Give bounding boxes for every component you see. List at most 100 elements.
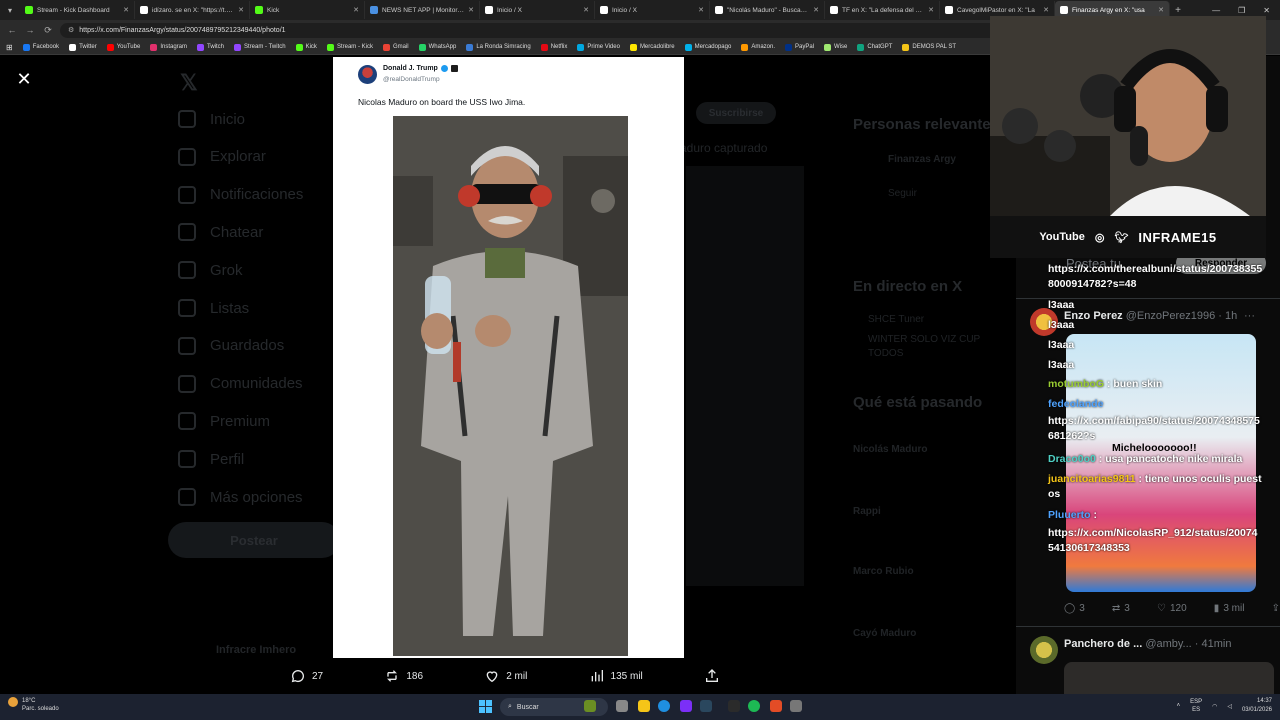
url-field[interactable]: ⚙ https://x.com/FinanzasArgy/status/2007…: [60, 22, 1000, 38]
tab-close-icon[interactable]: ✕: [813, 6, 819, 14]
chat-username[interactable]: fedeolande: [1048, 398, 1103, 410]
bookmark-item[interactable]: Mercadolibre: [629, 43, 675, 51]
file-explorer-icon[interactable]: [638, 700, 650, 712]
site-info-icon[interactable]: ⚙: [68, 26, 74, 34]
tab-close-icon[interactable]: ✕: [1043, 6, 1049, 14]
edge-icon[interactable]: [658, 700, 670, 712]
chat-username[interactable]: l3aaa: [1048, 299, 1074, 311]
bookmark-item[interactable]: Stream - Kick: [326, 43, 373, 51]
bookmark-item[interactable]: YouTube: [106, 43, 140, 51]
avatar[interactable]: [1030, 636, 1058, 664]
bookmark-item[interactable]: DEMOS PAL ST: [902, 43, 956, 51]
chat-username[interactable]: juancitoarias9811: [1048, 473, 1136, 485]
reload-icon[interactable]: ⟳: [42, 25, 54, 36]
tab-close-icon[interactable]: ✕: [583, 6, 589, 14]
chat-username[interactable]: Pluuerto: [1048, 509, 1091, 521]
minimize-icon[interactable]: —: [1212, 6, 1220, 15]
tweet-share-button[interactable]: ⇪: [1272, 603, 1280, 614]
browser-tab[interactable]: NEWS NET APP | Monitoreo de✕: [365, 1, 480, 19]
settings-icon[interactable]: [790, 700, 802, 712]
bookmark-item[interactable]: Kick: [295, 43, 317, 51]
browser-tab[interactable]: TF en X: "La defensa del búnker ✕: [825, 1, 940, 19]
tray-chevron-icon[interactable]: ˄: [1177, 703, 1181, 709]
tab-close-icon[interactable]: ✕: [1158, 6, 1164, 14]
bookmark-favicon-icon: [69, 43, 77, 51]
bookmark-item[interactable]: WhatsApp: [418, 43, 456, 51]
tweet-like-button[interactable]: ♡ 120: [1157, 603, 1187, 614]
tab-close-icon[interactable]: ✕: [123, 6, 129, 14]
clock[interactable]: 14:37 03/01/2026: [1242, 697, 1272, 715]
tweet-views-button[interactable]: ▮ 3 mil: [1214, 603, 1245, 614]
weather-widget[interactable]: 18°C Parc. soleado: [8, 697, 59, 713]
bookmark-item[interactable]: Twitter: [69, 43, 97, 51]
chat-username[interactable]: l3aaa: [1048, 339, 1074, 351]
bookmark-item[interactable]: Prime Video: [577, 43, 620, 51]
browser-tab[interactable]: idízaro. se en X: "https://t.co/ZbF ✕: [135, 1, 250, 19]
tab-close-icon[interactable]: ✕: [468, 6, 474, 14]
bookmark-item[interactable]: Gmail: [382, 43, 409, 51]
bookmark-item[interactable]: La Ronda Simracing: [466, 43, 531, 51]
maximize-icon[interactable]: ❐: [1238, 6, 1245, 15]
app-icon[interactable]: [728, 700, 740, 712]
bookmark-item[interactable]: Wise: [824, 43, 847, 51]
app-icon[interactable]: [770, 700, 782, 712]
affiliation-badge-icon: [450, 65, 458, 72]
close-icon[interactable]: ✕: [14, 69, 34, 89]
bookmark-item[interactable]: Mercadopago: [684, 43, 731, 51]
bookmark-item[interactable]: ChatGPT: [857, 43, 892, 51]
wifi-icon[interactable]: ◠: [1212, 703, 1217, 710]
tab-close-icon[interactable]: ✕: [353, 6, 359, 14]
tab-close-icon[interactable]: ✕: [928, 6, 934, 14]
browser-tab[interactable]: Inicio / X ✕: [595, 1, 710, 19]
steam-icon[interactable]: [700, 700, 712, 712]
volume-icon[interactable]: ◁: [1227, 703, 1232, 710]
views-button[interactable]: 135 mil: [589, 668, 643, 684]
chat-username[interactable]: Draco0o0: [1048, 453, 1096, 465]
chat-username[interactable]: motumboG: [1048, 378, 1104, 390]
search-highlight-icon[interactable]: [584, 700, 596, 712]
tweet-media-2[interactable]: [1064, 662, 1274, 694]
bookmark-item[interactable]: Facebook: [22, 43, 59, 51]
new-tab-button[interactable]: +: [1170, 5, 1186, 16]
apps-icon[interactable]: ⊞: [6, 43, 13, 52]
share-button[interactable]: [704, 668, 720, 684]
browser-tab[interactable]: Inicio / X ✕: [480, 1, 595, 19]
reply-button[interactable]: 27: [290, 668, 323, 684]
back-icon[interactable]: ←: [6, 25, 18, 35]
tweet-author-2[interactable]: Panchero de ... @amby... · 41min: [1064, 638, 1231, 650]
chat-username[interactable]: l3aaa: [1048, 319, 1074, 331]
browser-tab[interactable]: Kick ✕: [250, 1, 365, 19]
language-indicator[interactable]: ESP ES: [1190, 698, 1202, 714]
chat-username[interactable]: l3aaa: [1048, 359, 1074, 371]
bookmark-favicon-icon: [785, 43, 793, 51]
forward-icon[interactable]: →: [24, 25, 36, 35]
bookmark-label: Twitter: [79, 44, 97, 50]
windows-start-icon[interactable]: [479, 700, 492, 713]
browser-tab[interactable]: Stream - Kick Dashboard ✕: [20, 1, 135, 19]
chat-message: Pluuerto :: [1048, 508, 1263, 523]
bookmark-item[interactable]: Stream - Twitch: [234, 43, 286, 51]
tab-list-menu-icon[interactable]: ▾: [0, 0, 20, 20]
bookmark-item[interactable]: Netflix: [540, 43, 567, 51]
bg-nav-label: Inicio: [210, 110, 246, 128]
like-button[interactable]: 2 mil: [484, 668, 527, 684]
bookmark-favicon-icon: [418, 43, 426, 51]
bookmark-item[interactable]: PayPal: [785, 43, 814, 51]
tab-close-icon[interactable]: ✕: [238, 6, 244, 14]
tweet-reply-button[interactable]: ◯ 3: [1064, 603, 1085, 614]
spotify-icon[interactable]: [748, 700, 760, 712]
bg-nav-item: Perfil: [178, 450, 244, 469]
nav-icon: [178, 185, 196, 204]
bookmark-item[interactable]: Twitch: [197, 43, 224, 51]
close-window-icon[interactable]: ✕: [1263, 6, 1270, 15]
tweet-repost-button[interactable]: ⇄ 3: [1112, 603, 1130, 614]
views-count: 135 mil: [610, 670, 643, 682]
bookmark-item[interactable]: Amazon.: [741, 43, 775, 51]
bookmark-favicon-icon: [857, 43, 865, 51]
browser-tab[interactable]: "Nicolás Maduro" - Buscar / X ✕: [710, 1, 825, 19]
task-view-icon[interactable]: [616, 700, 628, 712]
repost-button[interactable]: 186: [384, 668, 423, 684]
bookmark-item[interactable]: Instagram: [150, 43, 187, 51]
app-icon[interactable]: [680, 700, 692, 712]
tab-close-icon[interactable]: ✕: [698, 6, 704, 14]
